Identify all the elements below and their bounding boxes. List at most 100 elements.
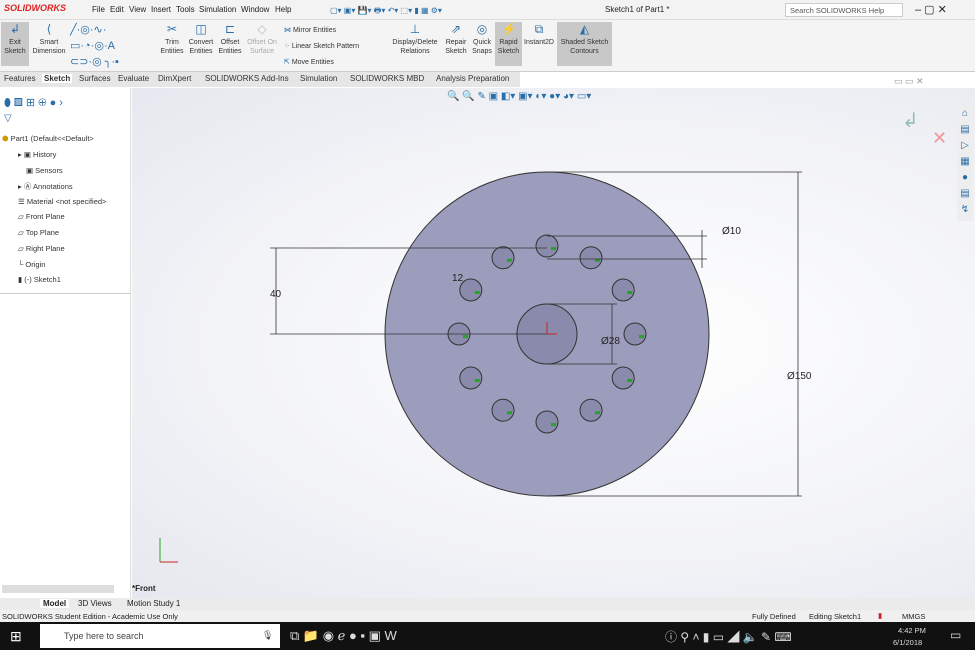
bolt-hole xyxy=(579,398,603,422)
taskbar-search-input[interactable]: Type here to search 🎙 xyxy=(40,624,280,648)
taskbar-apps[interactable]: ⧉ 📁 ◉ ℯ ● ▪ ▣ W xyxy=(290,628,397,644)
tab-motion-study[interactable]: Motion Study 1 xyxy=(127,599,180,608)
shaded-contours-icon: ◭ xyxy=(579,22,590,36)
bolt-hole xyxy=(491,398,515,422)
tree-item-right-plane[interactable]: ▱ Right Plane xyxy=(18,244,65,253)
convert-icon: ◫ xyxy=(195,22,207,36)
offset-entities-button[interactable]: ⊏ Offset Entities xyxy=(217,22,243,56)
relation-marker xyxy=(627,291,633,294)
sketch-entity-tools[interactable]: ╱·◎·∿· ▭·◔·◎·A ⊂⊃·◎ ╮·▪ xyxy=(70,22,155,70)
bolt-hole xyxy=(535,234,559,258)
bolt-hole xyxy=(623,322,647,346)
mirror-entities-button[interactable]: ⋈ Mirror Entities xyxy=(284,26,336,35)
relations-icon: ⊥ xyxy=(409,22,421,36)
tab-model[interactable]: Model xyxy=(40,599,70,608)
view-orientation-label: *Front xyxy=(132,584,156,593)
clock-time: 4:42 PM xyxy=(898,626,926,635)
dim-outer-diameter: Ø150 xyxy=(787,371,812,382)
quick-snaps-button[interactable]: ◎ Quick Snaps xyxy=(470,22,494,56)
tab-evaluate[interactable]: Evaluate xyxy=(118,74,149,83)
tab-analysis-preparation[interactable]: Analysis Preparation xyxy=(436,74,509,83)
menu-help[interactable]: Help xyxy=(275,5,291,14)
relation-marker xyxy=(507,258,512,262)
rapid-sketch-button[interactable]: ⚡ Rapid Sketch xyxy=(495,22,522,66)
tab-simulation[interactable]: Simulation xyxy=(300,74,337,83)
tab-3d-views[interactable]: 3D Views xyxy=(78,599,112,608)
window-controls[interactable]: – ▢ ✕ xyxy=(915,3,947,16)
convert-entities-button[interactable]: ◫ Convert Entities xyxy=(186,22,216,56)
bolt-hole xyxy=(611,366,635,390)
relation-marker xyxy=(474,379,480,382)
help-search-input[interactable]: Search SOLIDWORKS Help xyxy=(785,3,903,17)
relation-marker xyxy=(627,379,633,382)
tree-item-history[interactable]: ▸ ▣ History xyxy=(18,150,56,159)
menu-edit[interactable]: Edit xyxy=(110,5,124,14)
viewport-controls[interactable]: ▭ ▭ ✕ xyxy=(894,76,924,87)
move-icon: ⇱ xyxy=(284,59,292,66)
tab-dimxpert[interactable]: DimXpert xyxy=(158,74,191,83)
tab-sketch[interactable]: Sketch xyxy=(42,74,73,83)
relation-marker xyxy=(551,423,556,426)
clock-date: 6/1/2018 xyxy=(893,638,923,647)
relation-marker xyxy=(463,335,468,338)
dimension-icon: ⟨ xyxy=(46,22,52,36)
offset-on-surface-button[interactable]: ◇ Offset On Surface xyxy=(244,22,280,56)
bolt-hole xyxy=(611,278,635,302)
tree-item-front-plane[interactable]: ▱ Front Plane xyxy=(18,212,65,221)
panel-scrollbar[interactable] xyxy=(2,585,114,593)
pattern-icon: ⁘ xyxy=(284,43,292,50)
exit-sketch-icon: ↲ xyxy=(9,22,21,36)
title-bar: SOLIDWORKS File Edit View Insert Tools S… xyxy=(0,0,975,20)
tab-mbd[interactable]: SOLIDWORKS MBD xyxy=(350,74,424,83)
tree-item-material[interactable]: ☰ Material <not specified> xyxy=(18,197,106,206)
solidworks-logo: SOLIDWORKS xyxy=(4,3,66,13)
tab-features[interactable]: Features xyxy=(4,74,36,83)
command-manager: ↲ Exit Sketch ⟨ Smart Dimension ╱·◎·∿· ▭·◔·… xyxy=(0,20,975,72)
windows-start-icon[interactable]: ⊞ xyxy=(10,628,22,645)
rapid-sketch-icon: ⚡ xyxy=(501,22,517,36)
move-entities-button[interactable]: ⇱ Move Entities xyxy=(284,58,334,67)
instant2d-button[interactable]: ⧉ Instant2D xyxy=(523,22,555,47)
command-tabs: Features Sketch Surfaces Evaluate DimXpe… xyxy=(0,72,520,87)
editing-status: Editing Sketch1 xyxy=(809,612,862,621)
edition-notice: SOLIDWORKS Student Edition - Academic Us… xyxy=(2,612,178,621)
dim-hole-diameter: Ø10 xyxy=(722,226,741,237)
trim-entities-button[interactable]: ✂ Trim Entities xyxy=(158,22,186,56)
notifications-icon[interactable]: ▭ xyxy=(950,628,961,642)
tree-item-annotations[interactable]: ▸ Ⓐ Annotations xyxy=(18,181,73,192)
tree-item-sketch1[interactable]: ▮ (-) Sketch1 xyxy=(18,275,61,284)
filter-icon[interactable]: ▽ xyxy=(4,113,12,124)
microphone-icon[interactable]: 🎙 xyxy=(262,630,273,641)
feature-manager-panel: ⬮ ▤ ⊞ ⊕ ● › ▽ ⬢ Part1 (Default<<Default>… xyxy=(0,88,131,598)
display-relations-button[interactable]: ⊥ Display/Delete Relations xyxy=(388,22,442,56)
system-tray-icons[interactable]: ⓘ ⚲ ˄ ▮ ▭ ◢ 🔈 ✎ ⌨ xyxy=(665,628,792,645)
dim-count: 12 xyxy=(452,273,464,284)
repair-sketch-button[interactable]: ⇗ Repair Sketch xyxy=(443,22,469,56)
panel-tab-icons[interactable]: ⬮ ▤ ⊞ ⊕ ● › xyxy=(4,96,63,110)
menu-tools[interactable]: Tools xyxy=(176,5,195,14)
tree-item-origin[interactable]: └ Origin xyxy=(18,260,45,269)
unit-system[interactable]: MMGS xyxy=(902,612,925,621)
relation-marker xyxy=(551,247,556,250)
quick-access-icons[interactable]: ▢▾ ▣▾ 💾▾ 🖶▾ ↶▾ ⬚▾ ▮ ▦ ⚙▾ xyxy=(330,5,442,19)
shaded-contours-button[interactable]: ◭ Shaded Sketch Contours xyxy=(557,22,612,66)
menu-view[interactable]: View xyxy=(129,5,146,14)
bolt-hole xyxy=(535,410,559,434)
menu-insert[interactable]: Insert xyxy=(151,5,171,14)
relation-marker xyxy=(595,411,600,415)
menu-file[interactable]: File xyxy=(92,5,105,14)
relation-marker xyxy=(639,335,644,338)
smart-dimension-button[interactable]: ⟨ Smart Dimension xyxy=(30,22,68,56)
tab-surfaces[interactable]: Surfaces xyxy=(79,74,111,83)
tree-item-sensors[interactable]: ▣ Sensors xyxy=(26,166,63,175)
dim-offset: 40 xyxy=(270,289,282,300)
graphics-area[interactable]: 🔍 🔍 ✎ ▣ ◧▾ ▣▾ ◐▾ ●▾ ◕▾ ▭▾ ▭ ▭ ✕ ↲ ✕ ⌂ ▤ ▷ ▦… xyxy=(132,76,975,598)
exit-sketch-button[interactable]: ↲ Exit Sketch xyxy=(1,22,29,66)
tree-item-top-plane[interactable]: ▱ Top Plane xyxy=(18,228,59,237)
menu-simulation[interactable]: Simulation xyxy=(199,5,236,14)
part-icon: ⬢ xyxy=(2,134,11,143)
linear-pattern-button[interactable]: ⁘ Linear Sketch Pattern xyxy=(284,42,359,51)
tree-root-part1[interactable]: ⬢ Part1 (Default<<Default> xyxy=(2,134,94,143)
menu-window[interactable]: Window xyxy=(241,5,269,14)
tab-addins[interactable]: SOLIDWORKS Add-Ins xyxy=(205,74,289,83)
